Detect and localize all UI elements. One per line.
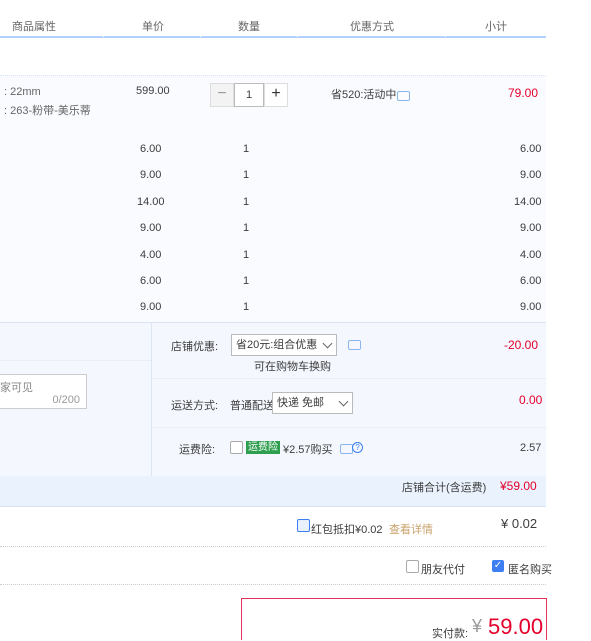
chat-icon[interactable] (348, 340, 361, 350)
decrease-button[interactable]: − (210, 83, 234, 107)
col-qty-header: 数量 (238, 21, 260, 33)
redpacket-label: 红包抵扣¥0.02 (311, 524, 383, 536)
shipping-amount: 0.00 (519, 393, 543, 407)
extra-qty: 1 (243, 301, 250, 313)
pay-currency: ¥ (472, 616, 483, 636)
chat-icon[interactable] (397, 91, 410, 101)
extra-price: 9.00 (140, 169, 162, 181)
extra-subtotal: 4.00 (520, 249, 542, 261)
shop-discount-select[interactable]: 省20元:组合优惠 (231, 334, 337, 356)
col-promo-header: 优惠方式 (350, 21, 394, 33)
extra-price: 14.00 (137, 196, 165, 208)
chat-icon[interactable] (340, 444, 353, 454)
extra-qty: 1 (243, 249, 250, 261)
col-subtotal-header: 小计 (485, 21, 507, 33)
extra-subtotal: 6.00 (520, 143, 542, 155)
extra-qty: 1 (243, 196, 250, 208)
col-attr-header: 商品属性 (12, 21, 56, 33)
extra-price: 4.00 (140, 249, 162, 261)
shop-discount-label: 店铺优惠: (171, 341, 219, 353)
extra-price: 6.00 (140, 143, 162, 155)
shop-discount-value: 省20元:组合优惠 (236, 339, 318, 351)
payment-summary: 实付款: ¥ 59.00 (241, 598, 547, 640)
increase-button[interactable]: + (264, 83, 288, 107)
extra-subtotal: 14.00 (514, 196, 542, 208)
extra-price: 9.00 (140, 222, 162, 234)
table-header: 商品属性 单价 数量 优惠方式 小计 (0, 0, 546, 38)
shop-discount-note: 可在购物车换购 (254, 361, 331, 373)
redpacket-details-link[interactable]: 查看详情 (389, 521, 433, 537)
shipping-label: 运送方式: (171, 400, 219, 412)
message-counter: 0/200 (52, 394, 80, 406)
shipping-method: 普通配送 (230, 400, 274, 412)
anonymous-label: 匿名购买 (508, 564, 552, 576)
extra-subtotal: 9.00 (520, 222, 542, 234)
pay-amount: 59.00 (488, 614, 544, 639)
shop-total-bar: 店铺合计(含运费) ¥59.00 (0, 476, 546, 507)
shop-total-amount: ¥59.00 (500, 479, 537, 493)
extra-qty: 1 (243, 275, 250, 287)
col-price-header: 单价 (142, 21, 164, 33)
extra-qty: 1 (243, 143, 250, 155)
insurance-label: 运费险: (179, 444, 216, 456)
shipping-value: 快递 免邮 (277, 397, 325, 409)
item-attr-size: : 22mm (4, 86, 41, 98)
friend-pay-label: 朋友代付 (421, 564, 465, 576)
redpacket-checkbox[interactable] (297, 519, 310, 532)
insurance-price: ¥2.57购买 (283, 444, 333, 456)
extra-price: 6.00 (140, 275, 162, 287)
extra-qty: 1 (243, 169, 250, 181)
anonymous-checkbox[interactable]: ✓ (492, 560, 504, 572)
insurance-amount: 2.57 (520, 442, 542, 454)
extra-subtotal: 6.00 (520, 275, 542, 287)
item-price: 599.00 (136, 85, 170, 97)
message-placeholder: 家可见 (0, 382, 33, 394)
quantity-stepper: − 1 + (210, 83, 288, 107)
quantity-input[interactable]: 1 (234, 83, 264, 107)
buyer-message-input[interactable]: 家可见 0/200 (0, 374, 87, 409)
insurance-checkbox[interactable] (230, 441, 243, 454)
extra-subtotal: 9.00 (520, 301, 542, 313)
item-subtotal: 79.00 (508, 86, 539, 100)
extra-subtotal: 9.00 (520, 169, 542, 181)
item-attr-color: : 263-粉带-美乐蒂 (4, 105, 91, 117)
friend-pay-checkbox[interactable] (406, 560, 419, 573)
extra-price: 9.00 (140, 301, 162, 313)
help-icon[interactable]: ? (352, 442, 363, 453)
shipping-select[interactable]: 快递 免邮 (272, 392, 353, 414)
redpacket-amount: ¥ 0.02 (501, 516, 538, 531)
chevron-down-icon (322, 338, 333, 349)
shop-total-label: 店铺合计(含运费) (402, 482, 487, 494)
insurance-tag: 运费险 (246, 441, 280, 454)
item-promo: 省520:活动中 (331, 89, 397, 101)
extra-qty: 1 (243, 222, 250, 234)
chevron-down-icon (338, 396, 349, 407)
shop-discount-amount: -20.00 (504, 338, 539, 352)
